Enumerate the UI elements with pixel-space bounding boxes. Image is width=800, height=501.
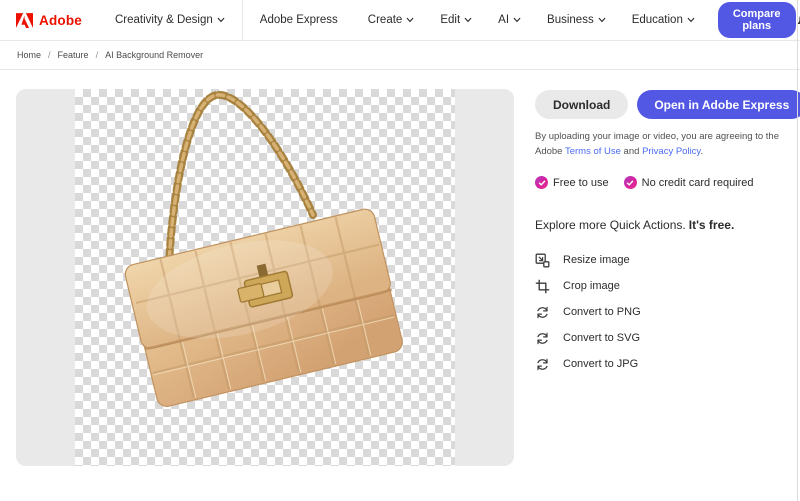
quick-actions-list: Resize image Crop image <box>535 247 779 377</box>
adobe-logo-text: Adobe <box>39 13 82 28</box>
primary-buttons-row: Download Open in Adobe Express <box>535 90 779 119</box>
breadcrumb-current-page: AI Background Remover <box>105 50 203 60</box>
feature-badges: Free to use No credit card required <box>535 176 779 189</box>
badge-label: No credit card required <box>642 177 754 189</box>
adobe-logo-icon <box>16 13 33 28</box>
nav-label: Creativity & Design <box>115 14 213 26</box>
breadcrumb-home[interactable]: Home <box>17 50 41 60</box>
result-canvas-container <box>16 89 514 466</box>
nav-item-business[interactable]: Business <box>534 0 619 40</box>
badge-free-to-use: Free to use <box>535 176 609 189</box>
bag-body <box>123 207 406 409</box>
transparency-checkerboard <box>75 89 455 466</box>
convert-icon <box>535 305 550 320</box>
quick-action-label: Convert to SVG <box>563 332 640 344</box>
checkmark-icon <box>624 176 637 189</box>
nav-item-education[interactable]: Education <box>619 0 708 40</box>
legal-and: and <box>621 146 642 157</box>
breadcrumb-separator: / <box>48 50 51 60</box>
quick-action-convert-to-svg[interactable]: Convert to SVG <box>535 325 779 351</box>
header-right-actions <box>796 11 800 30</box>
main-nav: Creativity & Design Adobe Express Create… <box>98 0 708 40</box>
quick-action-label: Resize image <box>563 254 630 266</box>
nav-label: Education <box>632 14 683 26</box>
resize-icon <box>535 253 550 268</box>
quick-action-label: Convert to JPG <box>563 358 638 370</box>
badge-no-credit-card: No credit card required <box>624 176 754 189</box>
nav-label: Create <box>368 14 403 26</box>
explore-heading: Explore more Quick Actions.It's free. <box>535 218 779 232</box>
quick-action-crop-image[interactable]: Crop image <box>535 273 779 299</box>
nav-item-creativity-design[interactable]: Creativity & Design <box>98 0 242 40</box>
chevron-down-icon <box>513 16 521 24</box>
chevron-down-icon <box>598 16 606 24</box>
chevron-down-icon <box>464 16 472 24</box>
chevron-down-icon <box>406 16 414 24</box>
explore-bold: It's free. <box>689 218 735 232</box>
handbag-result-image <box>75 89 455 466</box>
legal-period: . <box>700 146 703 157</box>
global-header: Adobe Creativity & Design Adobe Express … <box>0 0 800 41</box>
quick-action-label: Crop image <box>563 280 620 292</box>
quick-action-resize-image[interactable]: Resize image <box>535 247 779 273</box>
nav-label: Adobe Express <box>260 14 338 26</box>
nav-label: Edit <box>440 14 460 26</box>
quick-action-convert-to-png[interactable]: Convert to PNG <box>535 299 779 325</box>
nav-item-adobe-express[interactable]: Adobe Express <box>243 0 355 40</box>
convert-icon <box>535 357 550 372</box>
terms-of-use-link[interactable]: Terms of Use <box>565 146 621 157</box>
explore-prefix: Explore more Quick Actions. <box>535 218 686 232</box>
privacy-policy-link[interactable]: Privacy Policy <box>642 146 700 157</box>
breadcrumb-separator: / <box>96 50 99 60</box>
main-content: Download Open in Adobe Express By upload… <box>0 70 800 466</box>
adobe-logo[interactable]: Adobe <box>16 13 82 28</box>
quick-action-convert-to-jpg[interactable]: Convert to JPG <box>535 351 779 377</box>
browser-page: Adobe Creativity & Design Adobe Express … <box>0 0 800 501</box>
nav-label: Business <box>547 14 594 26</box>
legal-text: By uploading your image or video, you ar… <box>535 130 779 159</box>
compare-plans-button[interactable]: Compare plans <box>718 2 796 38</box>
chevron-down-icon <box>217 16 225 24</box>
chevron-down-icon <box>687 16 695 24</box>
nav-label: AI <box>498 14 509 26</box>
convert-icon <box>535 331 550 346</box>
action-panel: Download Open in Adobe Express By upload… <box>535 89 779 466</box>
crop-icon <box>535 279 550 294</box>
nav-item-create[interactable]: Create <box>355 0 428 40</box>
notifications-button[interactable] <box>796 12 800 29</box>
quick-action-label: Convert to PNG <box>563 306 641 318</box>
bell-icon <box>796 12 800 29</box>
checkmark-icon <box>535 176 548 189</box>
badge-label: Free to use <box>553 177 609 189</box>
breadcrumb-feature[interactable]: Feature <box>58 50 89 60</box>
nav-item-ai[interactable]: AI <box>485 0 534 40</box>
nav-item-edit[interactable]: Edit <box>427 0 485 40</box>
download-button[interactable]: Download <box>535 90 628 119</box>
open-in-adobe-express-button[interactable]: Open in Adobe Express <box>637 90 800 119</box>
breadcrumb: Home / Feature / AI Background Remover <box>0 41 800 70</box>
